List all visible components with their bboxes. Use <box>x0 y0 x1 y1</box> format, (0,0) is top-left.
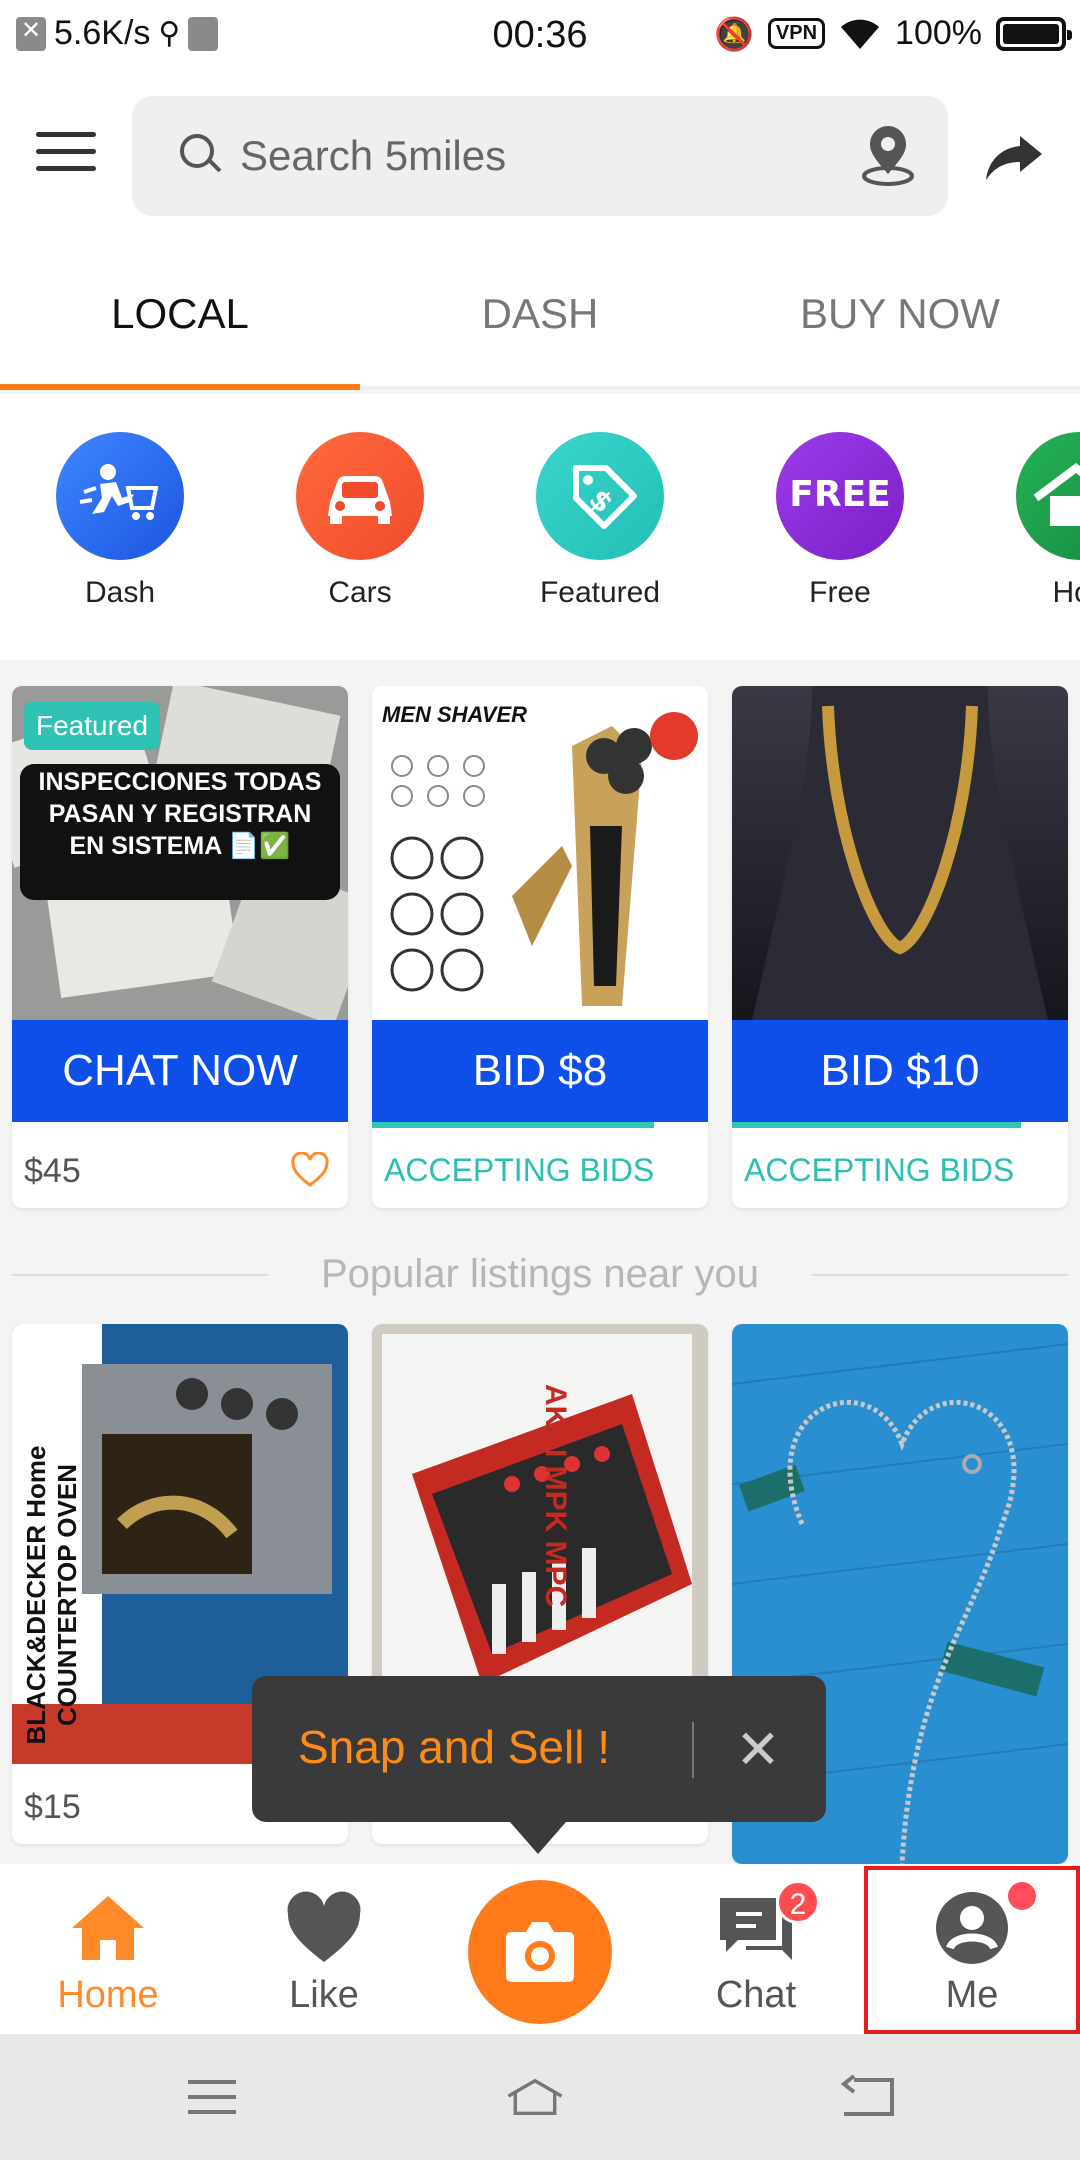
category-cars[interactable]: Cars <box>260 432 460 610</box>
featured-card-2[interactable]: MEN SHAVER BID $8 ACCEPTING BIDS <box>372 686 708 1208</box>
battery-icon <box>996 16 1072 51</box>
divider-line-right <box>812 1274 1068 1276</box>
system-navigation-bar <box>0 2034 1080 2160</box>
heart-icon <box>287 1891 361 1962</box>
snap-and-sell-tooltip: Snap and Sell ! ✕ <box>252 1676 826 1854</box>
chat-now-button[interactable]: CHAT NOW <box>12 1020 348 1122</box>
nav-label: Home <box>57 1974 159 2016</box>
search-bar[interactable]: Search 5miles <box>132 96 948 216</box>
heart-outline-icon[interactable] <box>290 1152 330 1188</box>
tab-local[interactable]: LOCAL <box>0 290 360 338</box>
search-input[interactable]: Search 5miles <box>240 132 506 180</box>
bid-button[interactable]: BID $10 <box>732 1020 1068 1122</box>
search-icon <box>180 134 214 168</box>
battery-percent: 100% <box>895 14 982 52</box>
bid-progress-bar <box>372 1122 654 1128</box>
vpn-icon: VPN <box>767 18 826 49</box>
category-label: Featured <box>539 576 661 609</box>
tooltip-text[interactable]: Snap and Sell ! <box>298 1720 610 1774</box>
accepting-bids-label: ACCEPTING BIDS <box>744 1152 1015 1188</box>
free-badge-text: FREE <box>789 474 891 515</box>
sell-camera-button[interactable] <box>468 1880 612 2024</box>
nav-chat[interactable]: 2 Chat <box>648 1864 864 2034</box>
nav-home[interactable]: Home <box>0 1864 216 2034</box>
category-label: Dash <box>84 576 156 609</box>
overlay-text: INSPECCIONES TODAS PASAN Y REGISTRAN EN … <box>38 768 322 860</box>
category-label: Free <box>809 576 871 609</box>
camera-icon <box>506 1922 574 1982</box>
category-label: Cars <box>328 576 392 609</box>
listing-image <box>732 686 1068 1020</box>
location-pin-icon[interactable] <box>860 126 916 186</box>
delivery-runner-icon <box>56 432 184 560</box>
listing-image <box>372 686 708 1020</box>
category-label: Hou <box>1052 576 1080 609</box>
app-header: Search 5miles <box>0 72 1080 242</box>
featured-card-1[interactable]: Featured INSPECCIONES TODAS PASAN Y REGI… <box>12 686 348 1208</box>
bid-button[interactable]: BID $8 <box>372 1020 708 1122</box>
mute-icon: 🔕 <box>714 15 754 52</box>
status-right: 🔕 VPN 100% <box>714 14 1072 53</box>
listing-price: $45 <box>24 1152 81 1190</box>
listing-price: $15 <box>24 1788 81 1826</box>
house-icon <box>1016 432 1080 560</box>
nav-label: Chat <box>715 1974 797 2016</box>
image-title: MEN SHAVER <box>382 702 528 727</box>
nav-like[interactable]: Like <box>216 1864 432 2034</box>
price-tag-icon: $ <box>536 432 664 560</box>
featured-card-3[interactable]: BID $10 ACCEPTING BIDS <box>732 686 1068 1208</box>
tab-dash[interactable]: DASH <box>360 290 720 338</box>
image-brand-text: BLACK&DECKER Home COUNTERTOP OVEN <box>21 1445 82 1745</box>
back-button-icon[interactable] <box>838 2074 898 2120</box>
section-divider: Popular listings near you <box>12 1240 1068 1310</box>
share-icon[interactable] <box>984 132 1044 182</box>
category-free[interactable]: FREE Free <box>740 432 940 610</box>
category-row: Dash Cars $ Featured FREE Free H <box>0 394 1080 660</box>
chat-unread-badge: 2 <box>776 1880 820 1924</box>
car-icon <box>296 432 424 560</box>
close-icon[interactable]: ✕ <box>730 1722 786 1778</box>
category-dash[interactable]: Dash <box>20 432 220 610</box>
accepting-bids-label: ACCEPTING BIDS <box>384 1152 655 1188</box>
status-bar: 5.6K/s ⚲ 00:36 🔕 VPN 100% <box>0 0 1080 72</box>
me-highlight-box <box>864 1866 1080 2034</box>
tab-bar: LOCAL DASH BUY NOW <box>0 242 1080 390</box>
hamburger-menu-icon[interactable] <box>36 132 96 172</box>
category-featured[interactable]: $ Featured <box>500 432 700 610</box>
image-brand-text: AKAI MPK MPC <box>539 1384 572 1608</box>
wifi-icon <box>841 19 880 49</box>
active-tab-indicator <box>0 384 360 390</box>
category-housing[interactable]: Hou <box>980 432 1080 610</box>
free-icon: FREE <box>776 432 904 560</box>
bid-progress-bar <box>732 1122 1021 1128</box>
recent-apps-icon[interactable] <box>182 2074 242 2120</box>
home-icon <box>72 1896 144 1960</box>
nav-label: Like <box>289 1974 359 2016</box>
home-button-icon[interactable] <box>505 2074 565 2120</box>
featured-badge: Featured <box>24 702 161 750</box>
tooltip-separator <box>692 1722 694 1778</box>
tab-buy-now[interactable]: BUY NOW <box>720 290 1080 338</box>
